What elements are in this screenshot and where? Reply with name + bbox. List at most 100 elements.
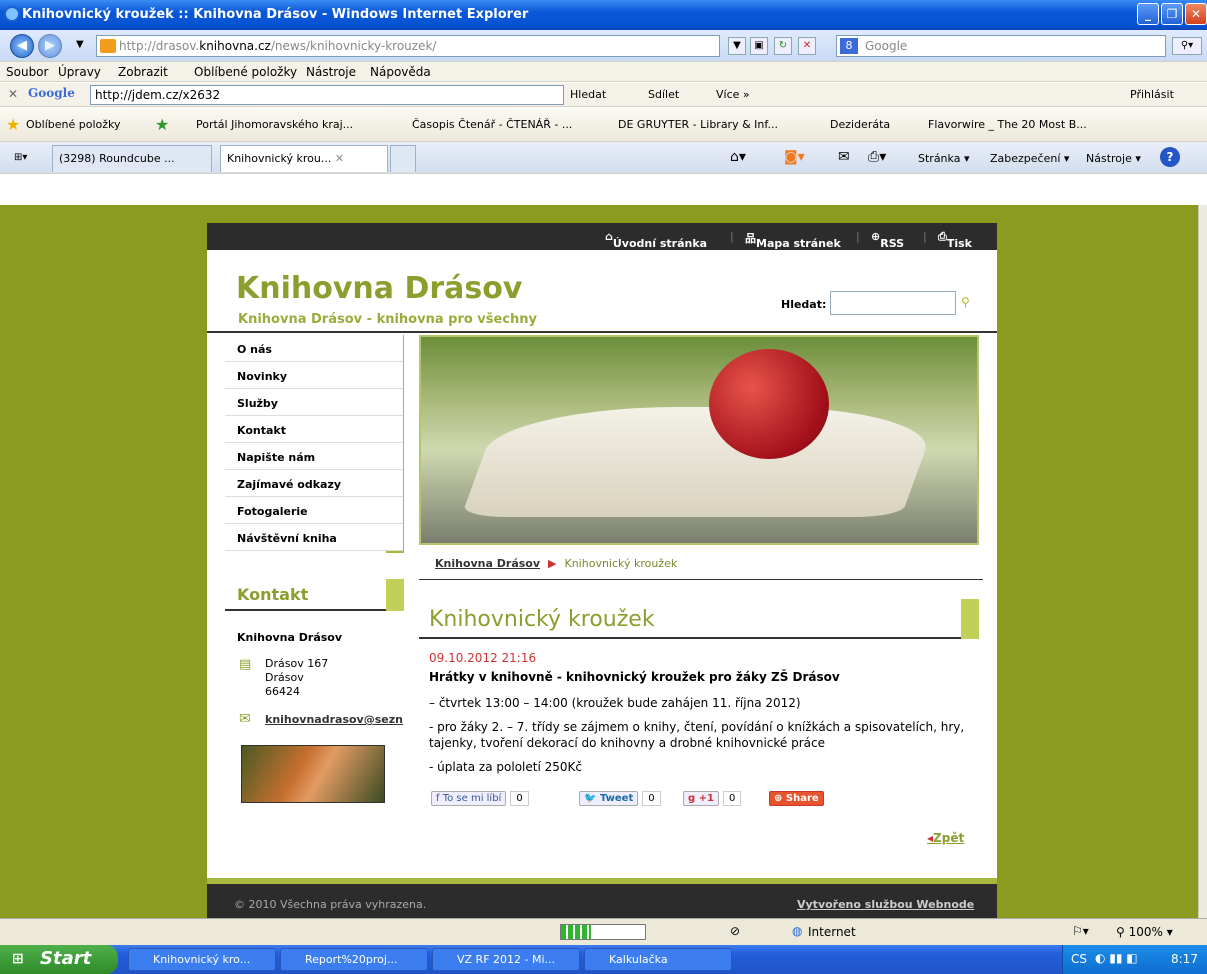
tweet[interactable]: 🐦 Tweet 0 (579, 791, 661, 809)
tab-knihovnicky[interactable]: Knihovnický krou... ✕ (220, 145, 388, 172)
menu-tools[interactable]: Nástroje (306, 65, 356, 79)
close-button[interactable]: ✕ (1185, 3, 1207, 25)
back-link[interactable]: ◂Zpět (927, 831, 964, 845)
menu-item-o-nas[interactable]: O nás (225, 335, 403, 362)
favorite-item-3[interactable]: DE GRUYTER - Library & Inf... (618, 118, 778, 131)
email-icon: ✉ (239, 711, 251, 727)
menu-edit[interactable]: Úpravy (58, 65, 101, 79)
start-label: Start (40, 948, 92, 969)
print-icon[interactable]: ⎙▾ (868, 149, 886, 165)
nav-home[interactable]: ⌂ Úvodní stránka (605, 230, 707, 250)
start-button[interactable]: ⊞ Start (0, 945, 118, 974)
clock[interactable]: 8:17 (1171, 952, 1198, 966)
task-word-report[interactable]: Report%20proj... (280, 948, 428, 971)
url-input[interactable]: http://drasov.knihovna.cz/news/knihovnic… (96, 35, 720, 57)
more-button[interactable]: Více » (716, 88, 750, 101)
nav-separator: | (856, 230, 860, 243)
menu-item-novinky[interactable]: Novinky (225, 362, 403, 389)
maximize-button[interactable]: ❐ (1161, 3, 1183, 25)
nav-rss[interactable]: ⊕ RSS (871, 230, 904, 250)
status-bar: ⊘ ◍ Internet ⚐▾ ⚲ 100% ▾ (0, 918, 1207, 945)
favorites-button[interactable]: Oblíbené položky (26, 118, 121, 131)
menu-item-navstevni-kniha[interactable]: Návštěvní kniha (225, 524, 403, 551)
site-slogan: Knihovna Drásov - knihovna pro všechny (238, 312, 538, 327)
site-footer: © 2010 Všechna práva vyhrazena. Vytvořen… (207, 878, 997, 918)
vertical-scrollbar[interactable] (1198, 205, 1207, 918)
tools-menu[interactable]: Nástroje ▾ (1086, 152, 1141, 165)
nav-rss-label: RSS (880, 237, 905, 250)
share-button[interactable]: Sdílet (648, 88, 679, 101)
help-icon[interactable]: ? (1160, 147, 1180, 167)
close-toolbar-icon[interactable]: ✕ (8, 87, 18, 101)
article-title: Hrátky v knihovně - knihovnický kroužek … (429, 670, 840, 684)
menu-file[interactable]: Soubor (6, 65, 48, 79)
task-ie[interactable]: Knihovnický kro... (128, 948, 276, 971)
favorite-item-5[interactable]: Flavorwire _ The 20 Most B... (928, 118, 1087, 131)
close-tab-icon[interactable]: ✕ (335, 152, 344, 165)
site-logo[interactable]: Knihovna Drásov (236, 271, 522, 306)
task-label: Knihovnický kro... (153, 953, 251, 966)
popup-blocker-icon[interactable]: ⊘ (730, 924, 740, 938)
history-dropdown-icon[interactable]: ▼ (76, 39, 84, 50)
tweet-button[interactable]: 🐦 Tweet (579, 791, 639, 806)
search-input[interactable] (830, 291, 956, 315)
tools-menu-label: Nástroje (1086, 152, 1132, 165)
nav-sitemap[interactable]: 品 Mapa stránek (745, 230, 841, 250)
security-menu[interactable]: Zabezpečení ▾ (990, 152, 1069, 165)
article-paragraph-3: - úplata za pololetí 250Kč (429, 760, 582, 774)
back-button[interactable]: ◀ (10, 34, 34, 58)
windows-logo-icon: ⊞ (12, 951, 24, 967)
google-plus-button[interactable]: g +1 (683, 791, 719, 806)
protected-mode-icon[interactable]: ⚐▾ (1072, 924, 1089, 938)
compatibility-icon[interactable]: ▣ (750, 37, 768, 55)
window-title-bar[interactable]: Knihovnický kroužek :: Knihovna Drásov -… (0, 0, 1207, 30)
facebook-like-button[interactable]: f To se mi líbí (431, 791, 507, 806)
search-icon[interactable]: ⚲ (961, 295, 970, 309)
signin-button[interactable]: Přihlásit (1130, 88, 1174, 101)
search-provider-input[interactable]: 8 Google (836, 35, 1166, 57)
menu-item-fotogalerie[interactable]: Fotogalerie (225, 497, 403, 524)
facebook-like[interactable]: f To se mi líbí 0 (431, 791, 529, 809)
home-icon[interactable]: ⌂▾ (730, 149, 746, 165)
google-search-input[interactable]: http://jdem.cz/x2632 (90, 85, 564, 105)
ie-icon (4, 6, 20, 22)
task-calculator[interactable]: Kalkulačka (584, 948, 732, 971)
language-indicator[interactable]: CS (1071, 952, 1087, 966)
share[interactable]: ⊕ Share (769, 791, 824, 809)
zoom-level[interactable]: ⚲ 100% ▾ (1116, 925, 1173, 939)
minimize-button[interactable]: _ (1137, 3, 1159, 25)
share-button-site[interactable]: ⊕ Share (769, 791, 824, 806)
add-favorite-icon[interactable]: ★ (155, 115, 169, 134)
tray-icons[interactable]: ◐ ▮▮ ◧ (1095, 951, 1138, 965)
page-menu[interactable]: Stránka ▾ (918, 152, 969, 165)
search-go-icon[interactable]: ⚲▾ (1172, 37, 1202, 55)
google-search-button[interactable]: Hledat (570, 88, 606, 101)
menu-item-zajimave-odkazy[interactable]: Zajímavé odkazy (225, 470, 403, 497)
new-tab-button[interactable] (390, 145, 416, 172)
favorite-item-1[interactable]: Portál Jihomoravského kraj... (196, 118, 353, 131)
google-search-value: http://jdem.cz/x2632 (95, 88, 221, 102)
favorite-item-2[interactable]: Časopis Čtenář - ČTENÁŘ - ... (412, 118, 572, 131)
task-word-vz[interactable]: VZ RF 2012 - Mi... (432, 948, 580, 971)
rss-icon[interactable]: ◙▾ (784, 149, 805, 165)
menu-item-sluzby[interactable]: Služby (225, 389, 403, 416)
contact-email-link[interactable]: knihovnadrasov@sezn (265, 713, 405, 726)
nav-print[interactable]: ⎙ Tisk (938, 230, 972, 250)
internet-zone-icon: ◍ (792, 924, 803, 938)
read-mail-icon[interactable]: ✉ (838, 149, 850, 165)
menu-view[interactable]: Zobrazit (118, 65, 168, 79)
breadcrumb-home[interactable]: Knihovna Drásov (435, 557, 540, 570)
forward-button[interactable]: ▶ (38, 34, 62, 58)
url-dropdown-icon[interactable]: ▼ (728, 37, 746, 55)
favorite-item-4[interactable]: Dezideráta (830, 118, 890, 131)
menu-item-napiste-nam[interactable]: Napište nám (225, 443, 403, 470)
footer-credit-link[interactable]: Vytvořeno službou Webnode (797, 898, 974, 911)
tab-roundcube[interactable]: (3298) Roundcube ... (52, 145, 212, 172)
stop-icon[interactable]: ✕ (798, 37, 816, 55)
menu-item-kontakt[interactable]: Kontakt (225, 416, 403, 443)
menu-favorites[interactable]: Oblíbené položky (194, 65, 297, 79)
google-plus[interactable]: g +1 0 (683, 791, 742, 809)
refresh-icon[interactable]: ↻ (774, 37, 792, 55)
menu-help[interactable]: Nápověda (370, 65, 431, 79)
quick-tabs-icon[interactable]: ⊞▾ (14, 152, 27, 163)
